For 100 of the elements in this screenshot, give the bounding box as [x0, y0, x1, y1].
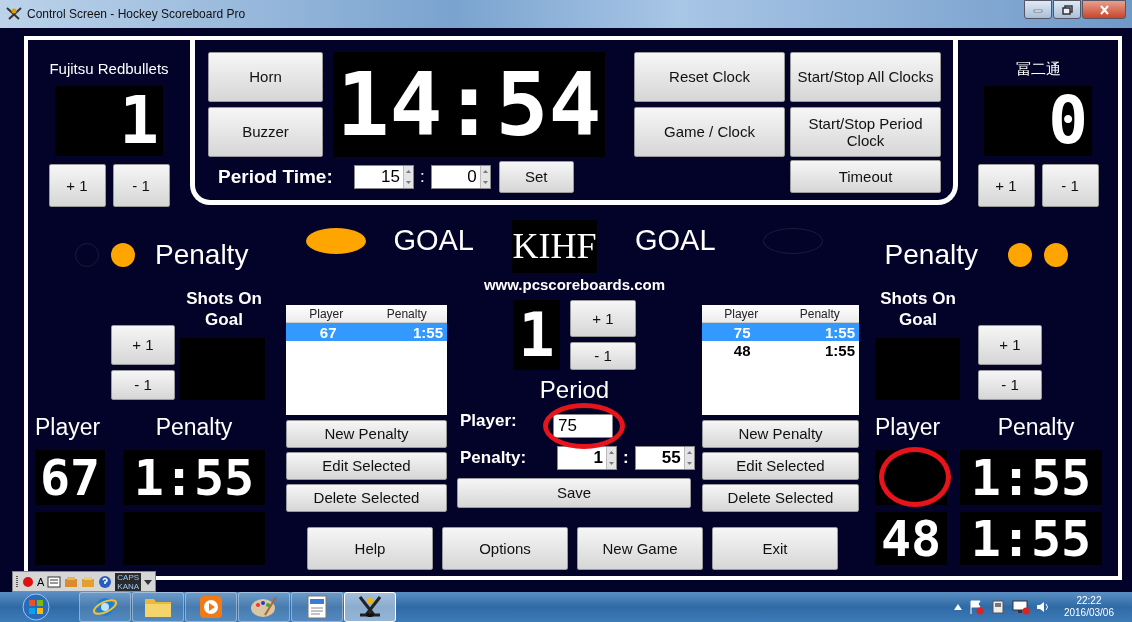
- timeout-button[interactable]: Timeout: [790, 160, 941, 193]
- decrement-button[interactable]: - 1: [1041, 164, 1099, 207]
- input-mode[interactable]: A: [37, 575, 45, 588]
- penalty-list[interactable]: Player Penalty 75 1:55 48 1:55: [702, 305, 859, 415]
- shots-label: Shots On Goal: [186, 288, 262, 330]
- table-cell-text: 1:55: [823, 341, 856, 359]
- team-name: Fujitsu Redbullets: [49, 60, 169, 78]
- restore-button[interactable]: [1053, 0, 1081, 19]
- minutes-spinner[interactable]: 1: [557, 446, 617, 470]
- network-icon[interactable]: [1011, 599, 1030, 615]
- team-name: 冨二通: [1015, 60, 1061, 78]
- record-icon: [22, 575, 34, 588]
- taskbar-button[interactable]: [344, 592, 396, 622]
- column-label: Player: [875, 414, 941, 441]
- keyboard-icon[interactable]: [47, 574, 62, 589]
- device-icon[interactable]: [989, 599, 1006, 615]
- clock-time: 22:22: [1076, 595, 1102, 607]
- buzzer-button[interactable]: Buzzer: [208, 107, 323, 157]
- column-header[interactable]: Penalty: [780, 306, 859, 321]
- edit-selected-button[interactable]: Edit Selected: [702, 452, 859, 480]
- seconds-spinner[interactable]: 55: [634, 446, 695, 470]
- score-display: 1: [55, 86, 163, 156]
- start-stop-period-button[interactable]: Start/Stop Period Clock: [790, 107, 941, 157]
- goal-label: GOAL: [393, 223, 474, 257]
- paint-palette-icon: [250, 595, 278, 619]
- exit-button[interactable]: Exit: [712, 527, 838, 570]
- save-button[interactable]: Save: [457, 478, 691, 508]
- reset-clock-button[interactable]: Reset Clock: [634, 52, 785, 102]
- period-display: 1: [513, 300, 560, 370]
- player-input[interactable]: 75: [553, 414, 613, 438]
- goal-label: GOAL: [635, 223, 716, 257]
- caps-kana-indicator: CAPS KANA: [115, 572, 142, 591]
- minutes-spinner[interactable]: 15: [354, 164, 414, 189]
- column-label: Penalty: [997, 414, 1075, 441]
- decrement-button[interactable]: - 1: [111, 370, 175, 400]
- set-button[interactable]: Set: [498, 160, 574, 193]
- player-label: Player:: [460, 411, 518, 431]
- grip-icon: [15, 574, 19, 589]
- table-cell-text: 48: [732, 341, 752, 359]
- digit-display: 67: [35, 450, 105, 505]
- period-label: Period: [539, 376, 610, 404]
- options-button[interactable]: Options: [442, 527, 568, 570]
- dropdown-icon[interactable]: [144, 577, 153, 586]
- document-icon: [305, 595, 329, 619]
- table-cell-text: 75: [732, 323, 752, 341]
- column-label: Penalty: [155, 414, 233, 441]
- table-cell-text: 1:55: [411, 323, 444, 341]
- time-separator: :: [420, 166, 425, 187]
- penalty-label: Penalty: [155, 239, 249, 271]
- minimize-icon: [1033, 6, 1043, 13]
- increment-button[interactable]: + 1: [978, 325, 1042, 365]
- list-row[interactable]: 48 1:55: [702, 341, 859, 359]
- column-header[interactable]: Penalty: [366, 306, 447, 321]
- close-button[interactable]: [1082, 0, 1126, 19]
- minimize-button[interactable]: [1024, 0, 1052, 19]
- speaker-icon[interactable]: [1035, 600, 1050, 614]
- game-clock-display: 14:54: [333, 52, 605, 157]
- decrement-button[interactable]: - 1: [570, 342, 636, 370]
- digit-display: 1:55: [123, 450, 265, 505]
- increment-button[interactable]: + 1: [48, 164, 106, 207]
- seconds-spinner[interactable]: 0: [430, 164, 491, 189]
- column-header[interactable]: Player: [286, 306, 367, 321]
- period-time-label: Period Time:: [218, 165, 334, 188]
- digit-display: 1:55: [960, 512, 1102, 565]
- penalty-label: Penalty:: [460, 448, 528, 468]
- time-separator: :: [623, 448, 629, 468]
- penalty-list[interactable]: Player Penalty 67 1:55: [286, 305, 447, 415]
- edit-selected-button[interactable]: Edit Selected: [286, 452, 447, 480]
- digit-display: 1:55: [960, 450, 1102, 505]
- new-penalty-button[interactable]: New Penalty: [702, 420, 859, 448]
- flag-icon[interactable]: [967, 599, 984, 615]
- decrement-button[interactable]: - 1: [978, 370, 1042, 400]
- increment-button[interactable]: + 1: [977, 164, 1035, 207]
- increment-button[interactable]: + 1: [570, 300, 636, 337]
- new-penalty-button[interactable]: New Penalty: [286, 420, 447, 448]
- horn-button[interactable]: Horn: [208, 52, 323, 102]
- start-stop-all-button[interactable]: Start/Stop All Clocks: [790, 52, 941, 102]
- decrement-button[interactable]: - 1: [112, 164, 170, 207]
- media-player-icon: [199, 595, 223, 619]
- new-game-button[interactable]: New Game: [577, 527, 703, 570]
- game-clock-button[interactable]: Game / Clock: [634, 107, 785, 157]
- delete-selected-button[interactable]: Delete Selected: [286, 484, 447, 512]
- clock-date: 2016/03/06: [1063, 607, 1114, 619]
- hockey-sticks-icon: [356, 595, 384, 619]
- help-button[interactable]: Help: [307, 527, 433, 570]
- restore-icon: [1061, 4, 1073, 15]
- score-display: 0: [984, 86, 1092, 156]
- app-icon: [6, 7, 22, 21]
- table-cell-text: 67: [318, 323, 338, 341]
- help-icon[interactable]: [98, 574, 113, 589]
- taskbar-clock[interactable]: 22:22 2016/03/06: [1063, 595, 1114, 619]
- penalty-label: Penalty: [884, 239, 978, 271]
- column-header[interactable]: Player: [702, 306, 781, 321]
- website-link[interactable]: www.pcscoreboards.com: [483, 276, 666, 293]
- show-hidden-icons-icon[interactable]: [953, 604, 962, 610]
- browser-icon: [92, 595, 118, 619]
- increment-button[interactable]: + 1: [111, 325, 175, 365]
- table-cell-text: 1:55: [823, 323, 856, 341]
- delete-selected-button[interactable]: Delete Selected: [702, 484, 859, 512]
- logo: KIHF: [512, 219, 597, 273]
